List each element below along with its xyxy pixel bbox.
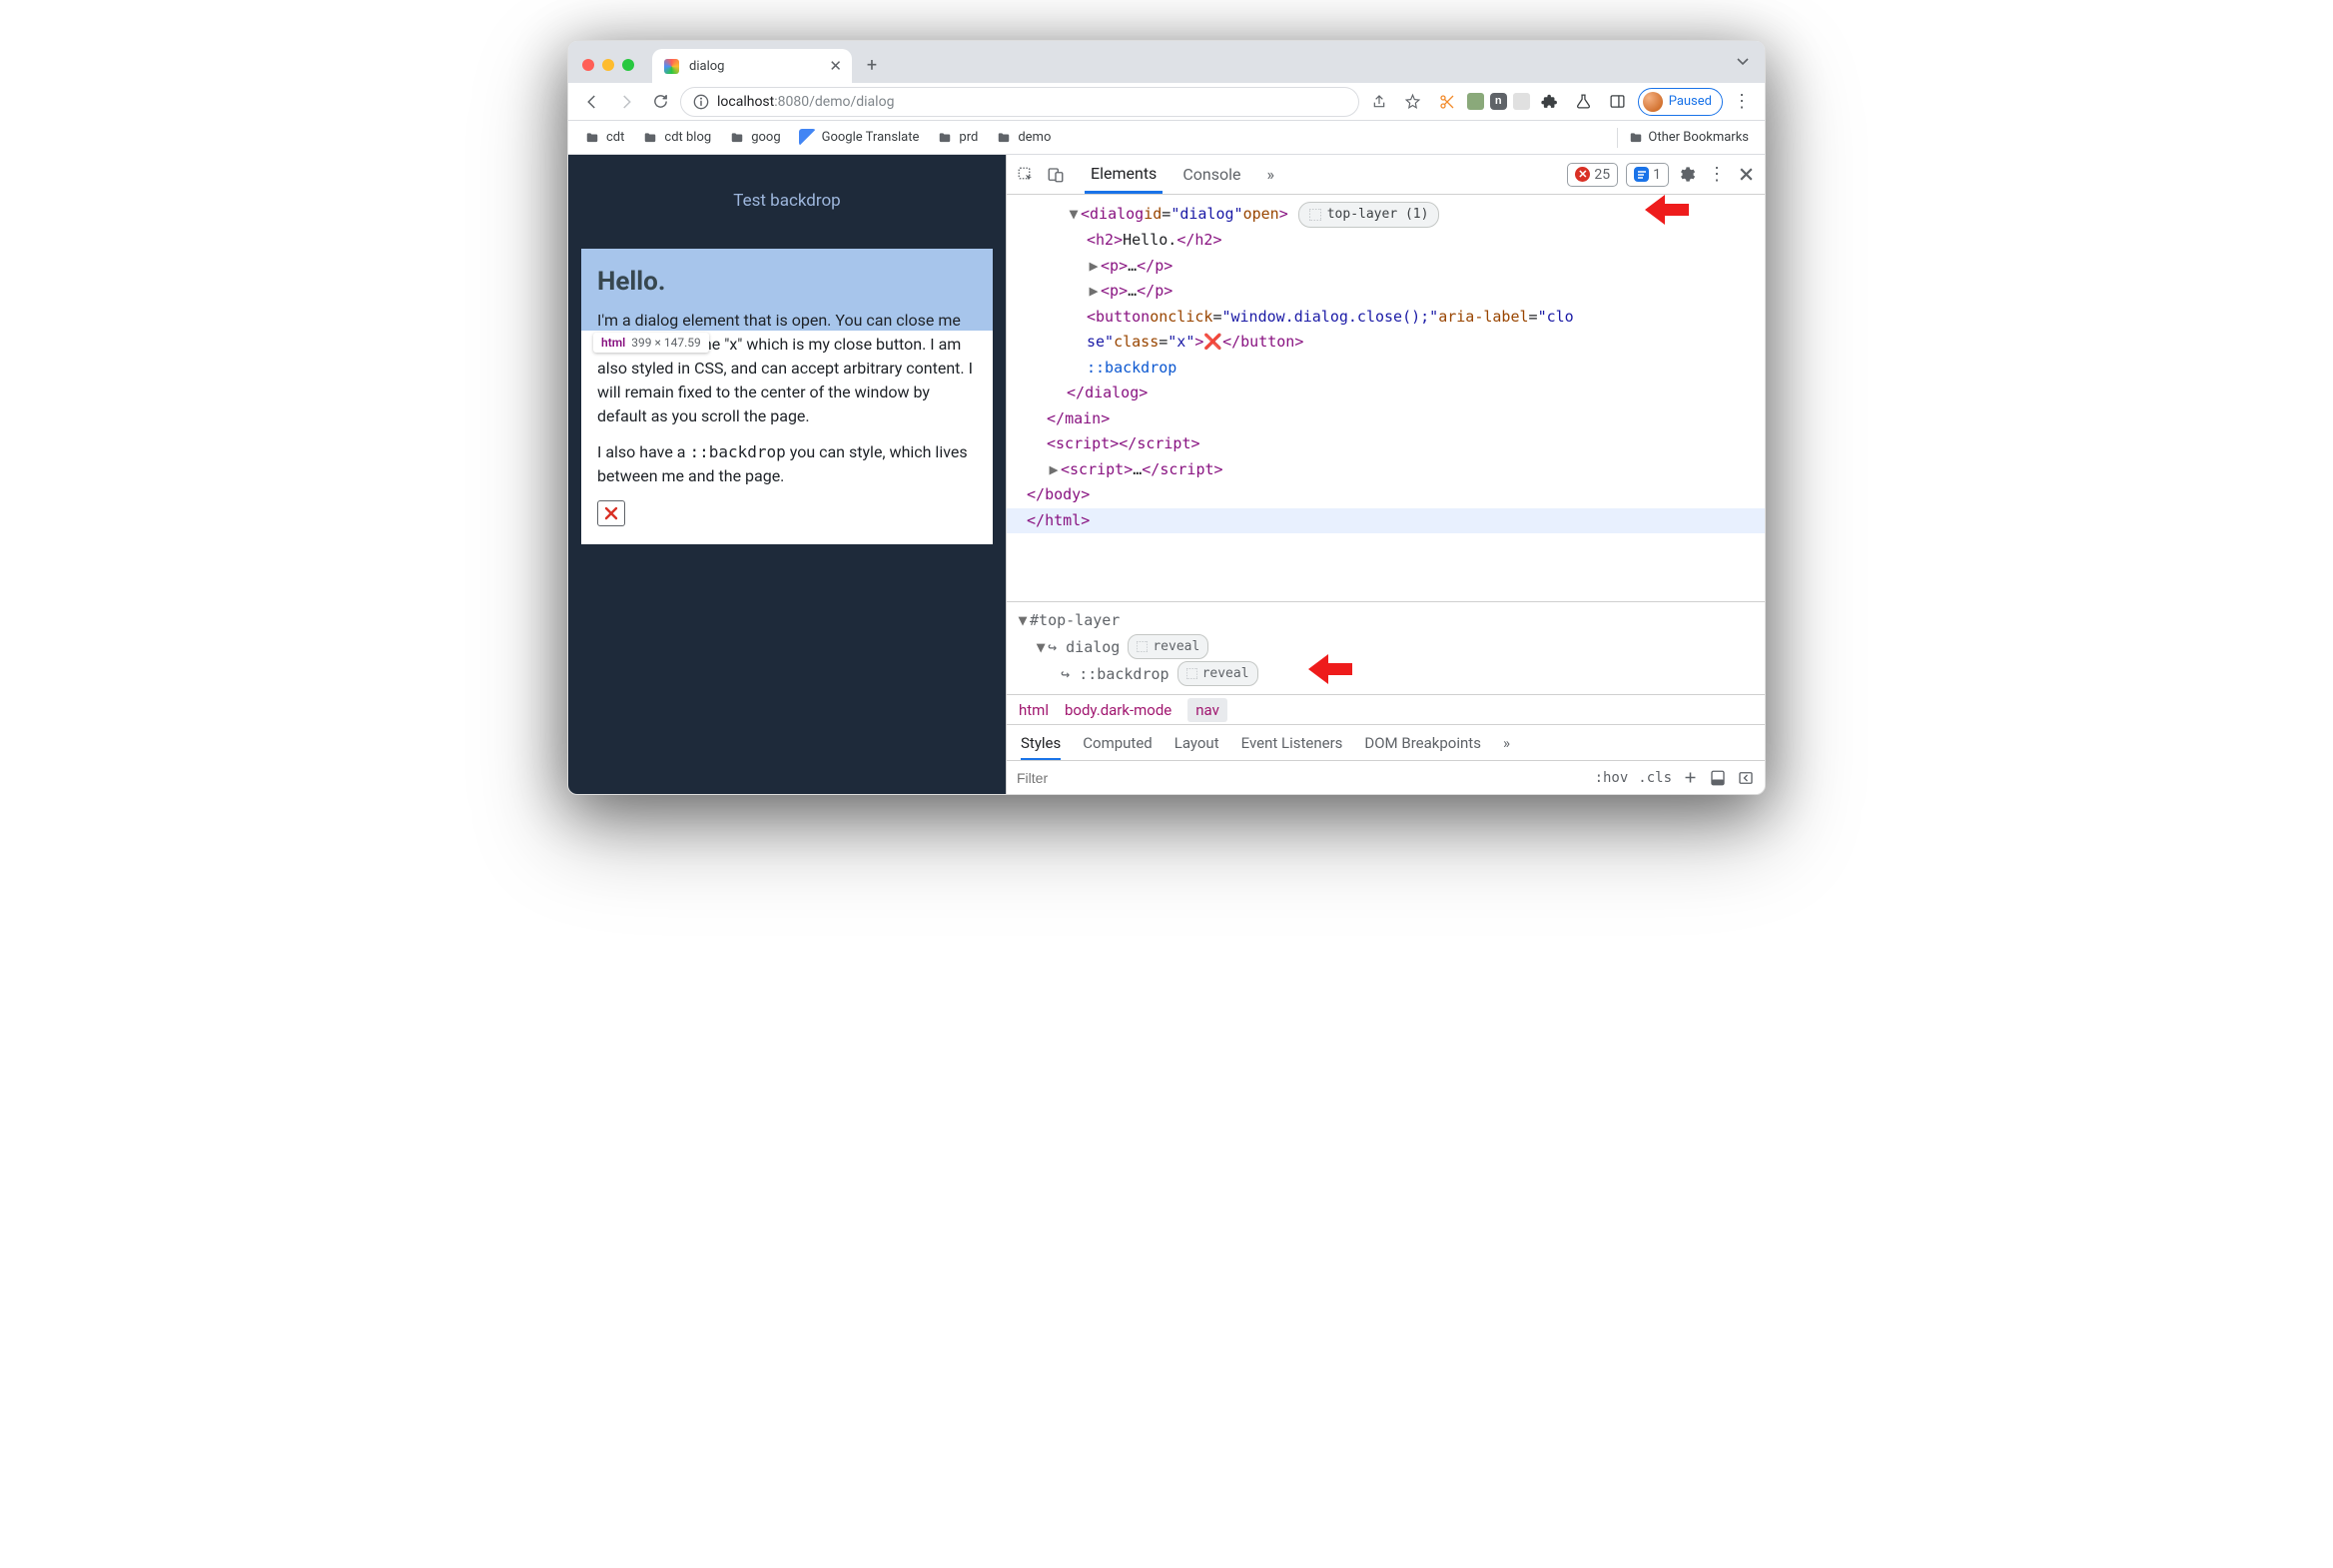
bookmark-google-translate[interactable]: Google Translate <box>793 125 926 151</box>
cls-toggle[interactable]: .cls <box>1638 770 1672 786</box>
share-button[interactable] <box>1365 88 1393 116</box>
crumb-nav[interactable]: nav <box>1187 698 1227 722</box>
devtools-close-button[interactable] <box>1738 166 1755 183</box>
top-layer-chip[interactable]: top-layer (1) <box>1298 202 1440 228</box>
styles-subtabs: Styles Computed Layout Event Listeners D… <box>1007 724 1765 760</box>
tab-console[interactable]: Console <box>1176 157 1246 192</box>
bookmark-demo[interactable]: demo <box>990 125 1057 151</box>
hov-toggle[interactable]: :hov <box>1595 770 1629 786</box>
dialog-paragraph-1: I'm a dialog element that is open. You c… <box>597 309 977 428</box>
window-close-button[interactable] <box>582 59 594 71</box>
annotation-arrow-1 <box>1645 195 1689 227</box>
tab-more[interactable]: » <box>1260 157 1280 192</box>
dialog-close-button[interactable] <box>597 500 625 526</box>
page-viewport: Test backdrop Hello. html 399 × 147.59 I… <box>568 155 1006 794</box>
extension-n-icon[interactable]: n <box>1490 93 1507 110</box>
subtab-styles[interactable]: Styles <box>1021 725 1061 761</box>
styles-filter-bar: :hov .cls <box>1007 760 1765 794</box>
devtools-toolbar: Elements Console » ✕25 1 ⋮ <box>1007 155 1765 195</box>
translate-icon <box>799 129 816 146</box>
bookmarks-divider <box>1617 128 1618 148</box>
crumb-body[interactable]: body.dark-mode <box>1065 701 1171 719</box>
error-count-badge[interactable]: ✕25 <box>1567 163 1618 187</box>
annotation-arrow-2 <box>1308 652 1352 686</box>
devtools-settings-button[interactable] <box>1677 165 1696 184</box>
paused-label: Paused <box>1669 94 1712 109</box>
subtab-more[interactable]: » <box>1503 734 1510 752</box>
extensions-puzzle-button[interactable] <box>1536 88 1564 116</box>
elements-breadcrumb[interactable]: html body.dark-mode nav <box>1007 694 1765 724</box>
tab-title: dialog <box>689 59 724 74</box>
site-info-icon[interactable] <box>693 94 709 110</box>
dialog-heading: Hello. <box>597 267 977 297</box>
devtools-more-button[interactable]: ⋮ <box>1704 164 1730 185</box>
info-count-badge[interactable]: 1 <box>1626 163 1669 187</box>
tooltip-tag: html <box>601 336 625 350</box>
tab-strip: dialog ✕ + <box>568 41 1765 83</box>
subtab-layout[interactable]: Layout <box>1174 734 1219 752</box>
x-icon <box>603 505 619 521</box>
bookmark-star-button[interactable] <box>1399 88 1427 116</box>
toggle-sidebar-button[interactable] <box>1737 769 1755 787</box>
address-bar[interactable]: localhost:8080/demo/dialog <box>680 87 1359 117</box>
subtab-dom[interactable]: DOM Breakpoints <box>1364 734 1481 752</box>
test-backdrop-button[interactable]: Test backdrop <box>733 191 840 211</box>
extension-grey-icon[interactable] <box>1513 93 1530 110</box>
reveal-chip-backdrop[interactable]: reveal <box>1177 661 1258 686</box>
crumb-html[interactable]: html <box>1019 701 1049 719</box>
tooltip-dims: 399 × 147.59 <box>631 336 700 350</box>
browser-window: dialog ✕ + localhost:8080/demo/dialog n … <box>567 40 1766 795</box>
extension-scissors-icon[interactable] <box>1433 88 1461 116</box>
content-split: Test backdrop Hello. html 399 × 147.59 I… <box>568 155 1765 794</box>
bookmark-goog[interactable]: goog <box>723 125 786 151</box>
bookmark-cdt[interactable]: cdt <box>578 125 630 151</box>
back-button[interactable] <box>578 88 606 116</box>
subtab-computed[interactable]: Computed <box>1083 734 1153 752</box>
browser-tab[interactable]: dialog ✕ <box>652 49 852 83</box>
window-minimize-button[interactable] <box>602 59 614 71</box>
avatar-icon <box>1643 92 1663 112</box>
inspect-element-button[interactable] <box>1017 166 1035 184</box>
bookmarks-bar: cdt cdt blog goog Google Translate prd d… <box>568 121 1765 155</box>
url-text: localhost:8080/demo/dialog <box>717 94 894 110</box>
tab-list-button[interactable] <box>1735 53 1751 69</box>
window-controls <box>582 59 634 71</box>
tab-elements[interactable]: Elements <box>1085 156 1163 194</box>
window-zoom-button[interactable] <box>622 59 634 71</box>
elements-tree[interactable]: ▼<dialog id="dialog" open> top-layer (1)… <box>1007 195 1765 601</box>
other-bookmarks[interactable]: Other Bookmarks <box>1605 125 1755 151</box>
favicon-icon <box>664 59 679 74</box>
top-layer-section[interactable]: ▼#top-layer ▼↪ dialogreveal ↪ ::backdrop… <box>1007 601 1765 694</box>
new-style-rule-button[interactable] <box>1682 769 1699 786</box>
selected-html-close[interactable]: </html> <box>1007 508 1765 534</box>
browser-toolbar: localhost:8080/demo/dialog n Paused ⋮ <box>568 83 1765 121</box>
dialog-paragraph-2: I also have a ::backdrop you can style, … <box>597 440 977 488</box>
extension-green-icon[interactable] <box>1467 93 1484 110</box>
reveal-chip-dialog[interactable]: reveal <box>1128 634 1208 659</box>
browser-menu-button[interactable]: ⋮ <box>1729 91 1755 112</box>
forward-button[interactable] <box>612 88 640 116</box>
styles-filter-input[interactable] <box>1017 770 1585 786</box>
devtools-panel: Elements Console » ✕25 1 ⋮ ▼<dialog id="… <box>1006 155 1765 794</box>
dialog-element: Hello. html 399 × 147.59 I'm a dialog el… <box>581 251 993 544</box>
extension-flask-icon[interactable] <box>1570 88 1598 116</box>
bookmark-cdt-blog[interactable]: cdt blog <box>636 125 717 151</box>
inspect-tooltip: html 399 × 147.59 <box>593 333 709 353</box>
device-toggle-button[interactable] <box>1047 166 1065 184</box>
profile-paused-chip[interactable]: Paused <box>1638 88 1723 116</box>
reload-button[interactable] <box>646 88 674 116</box>
devtools-tabs: Elements Console » <box>1085 156 1280 194</box>
bookmark-prd[interactable]: prd <box>931 125 984 151</box>
device-frame-button[interactable] <box>1709 769 1727 787</box>
tab-close-button[interactable]: ✕ <box>829 57 842 75</box>
new-tab-button[interactable]: + <box>858 51 886 79</box>
subtab-listeners[interactable]: Event Listeners <box>1241 734 1343 752</box>
side-panel-button[interactable] <box>1604 88 1632 116</box>
